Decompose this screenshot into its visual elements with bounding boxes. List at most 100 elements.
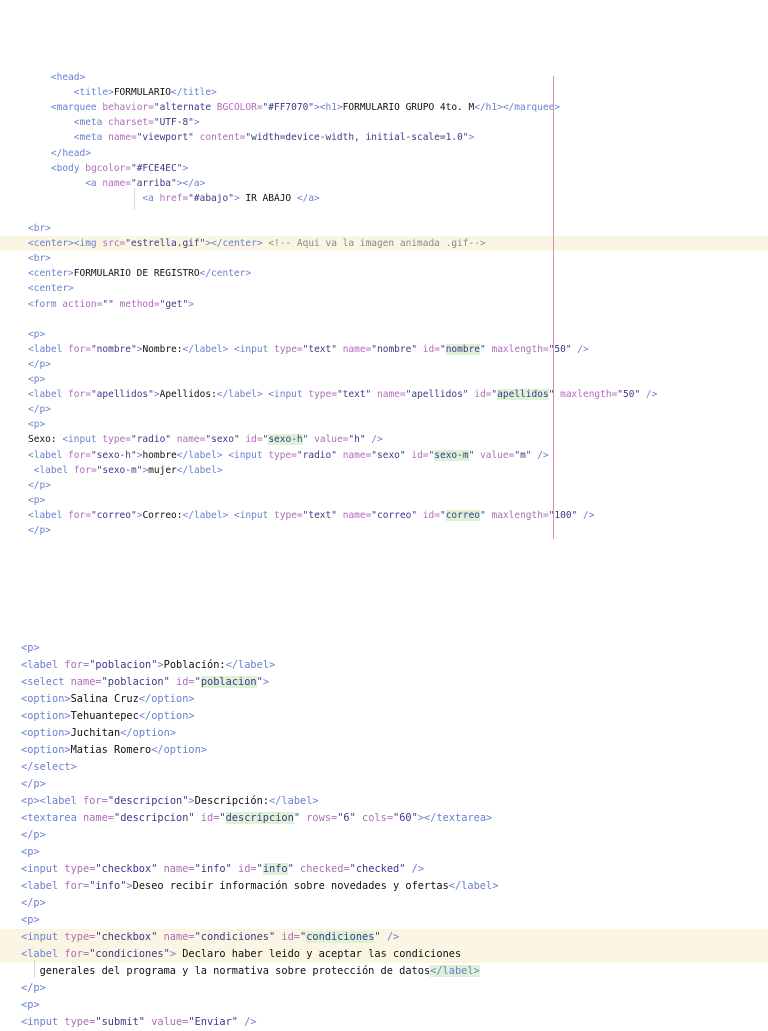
code-token: "descripcion" (107, 795, 189, 807)
code-line[interactable]: <meta name="viewport" content="width=dev… (0, 130, 768, 145)
code-editor-panel-top[interactable]: <head> <title>FORMULARIO</title> <marque… (0, 70, 768, 545)
code-line[interactable]: <meta charset="UTF-8"> (0, 115, 768, 130)
code-token: " (439, 509, 446, 521)
code-line[interactable]: <form action="" method="get"> (0, 297, 768, 312)
code-token: type= (274, 509, 303, 521)
code-token: <body (50, 162, 86, 174)
code-token: type= (64, 863, 96, 875)
code-token: <p> (21, 795, 40, 807)
code-line[interactable]: <input type="submit" value="Enviar" /> (0, 1014, 768, 1031)
code-token: "#FF7070" (262, 102, 315, 114)
code-token: "text" (336, 389, 377, 401)
code-token: </option> (151, 744, 207, 756)
code-line[interactable]: <p> (0, 417, 768, 432)
code-token: name= (83, 812, 114, 824)
code-line[interactable]: <center>FORMULARIO DE REGISTRO</center> (0, 266, 768, 281)
code-line[interactable]: </p> (0, 402, 768, 417)
code-line[interactable]: <head> (0, 70, 768, 85)
code-line[interactable]: </head> (0, 146, 768, 161)
code-line[interactable]: </p> (0, 523, 768, 538)
code-line[interactable]: <p> (0, 493, 768, 508)
code-line[interactable]: </p> (0, 776, 768, 793)
code-token: </label> (448, 880, 499, 892)
code-line[interactable]: generales del programa y la normativa so… (0, 963, 768, 980)
code-line[interactable]: <label for="sexo-h">hombre</label> <inpu… (0, 448, 768, 463)
code-line[interactable]: <p> (0, 640, 768, 657)
code-line[interactable]: <p> (0, 912, 768, 929)
code-line[interactable]: <title>FORMULARIO</title> (0, 85, 768, 100)
code-line[interactable]: </p> (0, 895, 768, 912)
code-line[interactable]: <textarea name="descripcion" id="descrip… (0, 810, 768, 827)
code-line[interactable]: <br> (0, 221, 768, 236)
indent-guide (134, 188, 135, 210)
code-line[interactable]: <option>Tehuantepec</option> (0, 708, 768, 725)
code-line[interactable]: </p> (0, 478, 768, 493)
code-line[interactable]: <label for="info">Deseo recibir informac… (0, 878, 768, 895)
code-token: <label (33, 464, 74, 476)
code-token: Tehuantepec (70, 710, 139, 722)
code-token: BGCOLOR= (216, 102, 263, 114)
code-line[interactable]: </p> (0, 980, 768, 997)
code-token: </label> (225, 659, 276, 671)
code-line[interactable]: <select name="poblacion" id="poblacion"> (0, 674, 768, 691)
code-line[interactable]: <label for="sexo-m">mujer</label> (0, 463, 768, 478)
code-line[interactable]: <center><img src="estrella.gif"></center… (0, 236, 768, 252)
code-line[interactable]: </p> (0, 357, 768, 372)
code-token: </p> (28, 358, 51, 370)
code-line[interactable]: <label for="correo">Correo:</label> <inp… (0, 508, 768, 523)
code-token: "UTF-8" (153, 117, 194, 129)
code-line[interactable]: <label for="apellidos">Apellidos:</label… (0, 387, 768, 402)
code-token: for= (83, 795, 108, 807)
code-line[interactable]: <body bgcolor="#FCE4EC"> (0, 161, 768, 176)
code-line[interactable]: </p> (0, 827, 768, 844)
code-line[interactable]: <input type="checkbox" name="info" id="i… (0, 861, 768, 878)
code-line[interactable]: <p> (0, 327, 768, 342)
code-line[interactable]: <marquee behavior="alternate BGCOLOR="#F… (0, 100, 768, 115)
code-line[interactable]: <label for="nombre">Nombre:</label> <inp… (0, 342, 768, 357)
code-token: Población: (163, 659, 226, 671)
code-token: <label (21, 659, 65, 671)
code-token: " (468, 449, 481, 461)
code-line[interactable]: <option>Juchitan</option> (0, 725, 768, 742)
code-token: id= (281, 931, 301, 943)
code-token: </a> (182, 177, 206, 189)
code-line[interactable]: <p> (0, 372, 768, 387)
code-line[interactable]: <label for="condiciones"> Declaro haber … (0, 946, 768, 963)
code-token: <input (233, 343, 275, 355)
code-token: Deseo recibir información sobre novedade… (132, 880, 449, 892)
code-line[interactable]: <option>Matias Romero</option> (0, 742, 768, 759)
code-line[interactable]: <a href="#abajo"> IR ABAJO </a> (0, 191, 768, 206)
code-line[interactable]: <br> (0, 251, 768, 266)
code-token: "checkbox" (95, 863, 164, 875)
code-line[interactable]: Sexo: <input type="radio" name="sexo" id… (0, 432, 768, 447)
code-line[interactable]: <p> (0, 997, 768, 1014)
code-token: "correo" (90, 509, 137, 521)
code-token: <label (28, 449, 69, 461)
code-token: </label> (182, 509, 229, 521)
code-token: apellidos (497, 389, 549, 401)
code-token: IR ABAJO (239, 192, 297, 204)
code-token: /> (380, 931, 400, 943)
code-line[interactable]: <p> (0, 844, 768, 861)
code-editor-panel-bottom[interactable]: <p> <label for="poblacion">Población:</la… (0, 640, 768, 1028)
code-token: for= (68, 343, 91, 355)
code-line[interactable]: <center> (0, 281, 768, 296)
code-line[interactable]: <label for="poblacion">Población:</label… (0, 657, 768, 674)
code-token: </p> (21, 897, 46, 909)
code-line[interactable]: <input type="checkbox" name="condiciones… (0, 929, 768, 946)
code-token: <meta (73, 132, 109, 144)
code-line[interactable] (0, 312, 768, 327)
code-token: id= (200, 812, 220, 824)
code-token: " (256, 863, 263, 875)
code-token: sexo-m (434, 449, 469, 461)
code-line[interactable]: <p><label for="descripcion">Descripción:… (0, 793, 768, 810)
code-token: "poblacion" (89, 659, 158, 671)
code-token: value= (480, 449, 515, 461)
code-line[interactable]: <a name="arriba"></a> (0, 176, 768, 191)
code-line[interactable] (0, 206, 768, 221)
code-line[interactable]: <option>Salina Cruz</option> (0, 691, 768, 708)
code-line[interactable]: </select> (0, 759, 768, 776)
code-token: generales del programa y la normativa so… (21, 965, 431, 977)
